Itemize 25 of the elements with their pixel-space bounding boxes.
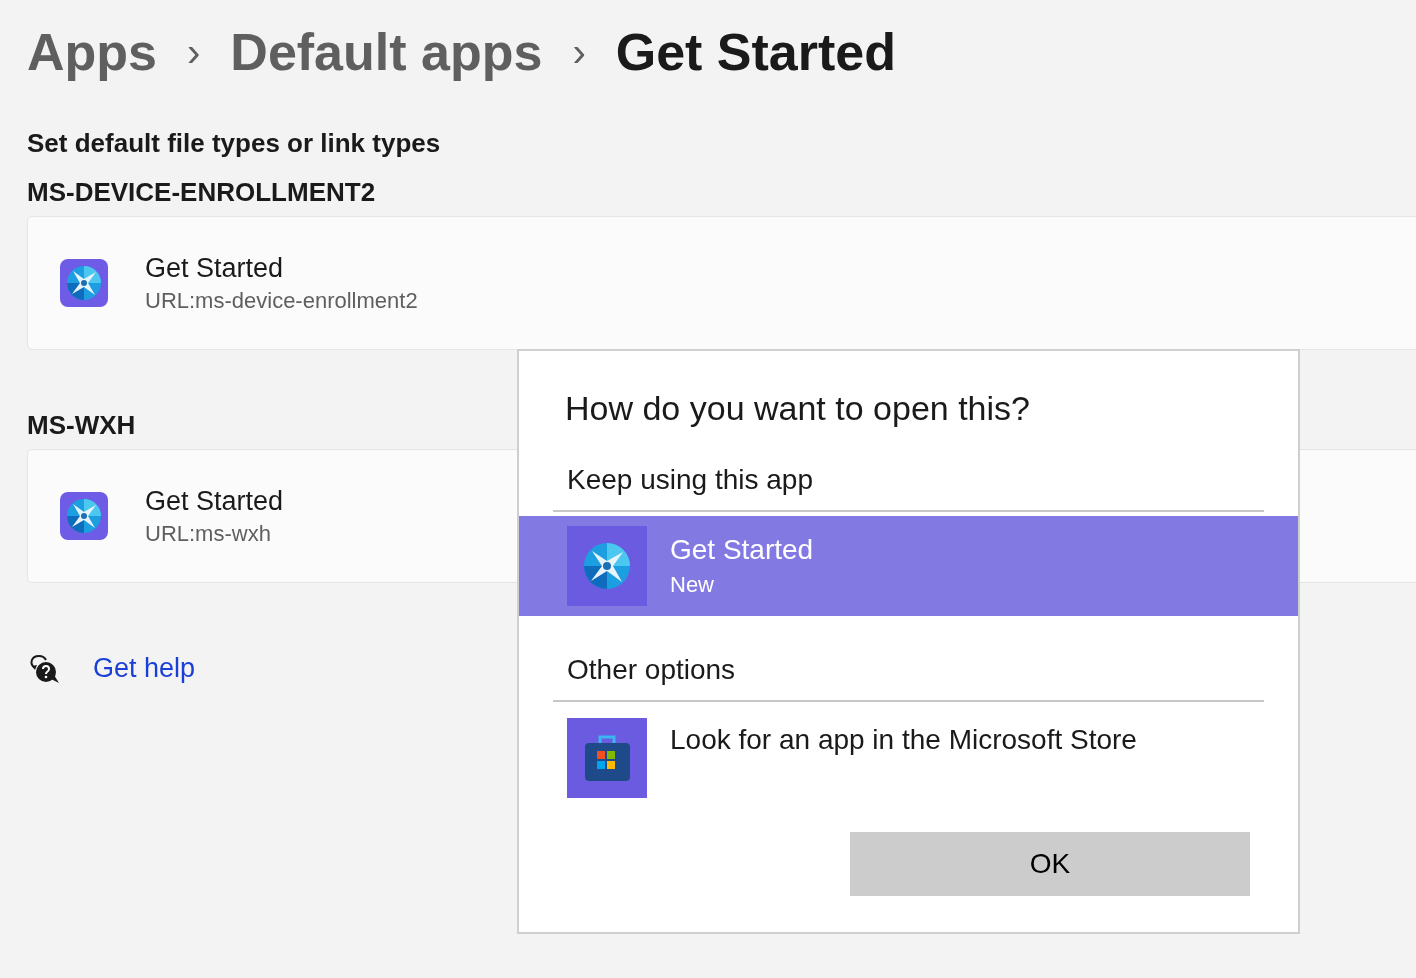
app-name: Get Started: [145, 485, 284, 517]
app-protocol: URL:ms-wxh: [145, 520, 272, 547]
shopping-bag-icon: [567, 718, 647, 798]
app-name: Get Started: [145, 252, 285, 284]
group-heading: Keep using this app: [553, 464, 1264, 512]
app-protocol: URL:ms-device-enrollment2: [145, 287, 418, 314]
breadcrumb-item[interactable]: Default apps: [230, 22, 543, 82]
option-detail: New: [670, 572, 715, 598]
help-chat-icon: [27, 653, 61, 684]
breadcrumb-separator: ›: [572, 29, 586, 75]
breadcrumb-separator: ›: [187, 29, 201, 75]
group-heading: Other options: [553, 654, 1264, 702]
app-option[interactable]: Look for an app in the Microsoft Store: [519, 718, 1298, 798]
section-heading: MS-DEVICE-ENROLLMENT2: [27, 177, 376, 208]
option-name: Get Started: [670, 534, 814, 566]
section-heading: MS-WXH: [27, 410, 136, 441]
get-help-link[interactable]: Get help: [93, 653, 196, 684]
dialog-title: How do you want to open this?: [564, 388, 1031, 428]
breadcrumb-item[interactable]: Apps: [27, 22, 157, 82]
ok-button[interactable]: OK: [850, 832, 1250, 896]
option-name: Look for an app in the Microsoft Store: [670, 724, 1137, 756]
section-subtitle: Set default file types or link types: [27, 128, 441, 159]
app-card[interactable]: Get Started URL:ms-device-enrollment2: [27, 216, 1416, 350]
breadcrumb-item[interactable]: Get Started: [615, 22, 896, 82]
app-option[interactable]: Get Started New: [519, 516, 1298, 616]
